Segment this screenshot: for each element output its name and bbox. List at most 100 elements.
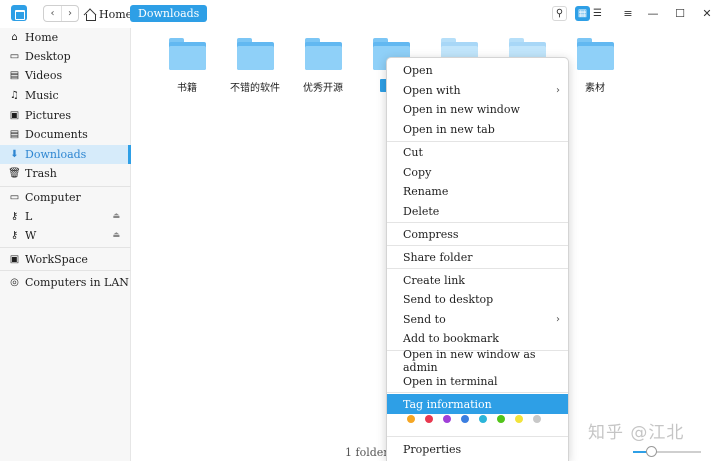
videos-icon: ▤ [9, 69, 20, 81]
navigation-buttons: ‹ › [43, 5, 79, 22]
folder-icon [237, 35, 274, 71]
sidebar-item-label: Desktop [25, 50, 71, 63]
menu-separator [387, 392, 568, 393]
close-button[interactable]: ✕ [699, 5, 715, 21]
list-view-button[interactable]: ☰ [590, 6, 605, 21]
tag-color-dot[interactable] [533, 415, 541, 423]
sidebar-item-label: Pictures [25, 109, 71, 122]
menu-item-delete[interactable]: Delete [387, 201, 568, 221]
trash-icon: 🗑 [8, 167, 21, 179]
tag-color-dot[interactable] [515, 415, 523, 423]
menu-item-open-as-admin[interactable]: Open in new window as admin [387, 348, 568, 374]
icon-view-button[interactable]: ▦ [575, 6, 590, 21]
sidebar-item-label: WorkSpace [25, 253, 88, 266]
sidebar-item-computer[interactable]: ▭ Computer [0, 188, 131, 207]
menu-item-label: Open with [403, 83, 461, 97]
menu-item-share-folder[interactable]: Share folder [387, 247, 568, 267]
tag-color-row [407, 415, 541, 423]
folder-label: 书籍 [177, 83, 197, 94]
menu-item-create-link[interactable]: Create link [387, 270, 568, 290]
menu-item-label: Send to [403, 312, 446, 326]
back-button[interactable]: ‹ [44, 6, 61, 21]
sidebar-item-trash[interactable]: 🗑 Trash [0, 164, 131, 183]
sidebar-item-videos[interactable]: ▤ Videos [0, 66, 131, 85]
sidebar-item-computers-in-lan[interactable]: ◎ Computers in LAN [0, 273, 131, 292]
menu-separator [387, 268, 568, 269]
folder-icon [169, 35, 206, 71]
folder-item[interactable]: 优秀开源 [288, 35, 358, 95]
eject-icon[interactable]: ⏏ [112, 211, 120, 220]
sidebar-item-music[interactable]: ♫ Music [0, 86, 131, 105]
folder-item[interactable]: 不错的软件 [220, 35, 290, 95]
network-icon: ◎ [10, 276, 19, 288]
sidebar-item-label: Music [25, 89, 59, 102]
music-icon: ♫ [10, 89, 19, 101]
forward-button[interactable]: › [60, 6, 78, 21]
sidebar-item-label: Computers in LAN [25, 276, 129, 289]
menu-item-open-in-new-tab[interactable]: Open in new tab [387, 119, 568, 139]
sidebar-item-label: Computer [25, 191, 81, 204]
tag-color-dot[interactable] [479, 415, 487, 423]
sidebar-item-label: Documents [25, 128, 88, 141]
menu-item-properties[interactable]: Properties [387, 439, 568, 459]
folder-icon [577, 35, 614, 71]
sidebar-item-desktop[interactable]: ▭ Desktop [0, 47, 131, 66]
context-menu: Open Open with › Open in new window Open… [386, 57, 569, 461]
menu-item-copy[interactable]: Copy [387, 162, 568, 182]
sidebar-divider [0, 247, 131, 248]
sidebar-item-label: Home [25, 31, 59, 44]
sidebar-item-label: Videos [25, 69, 63, 82]
menu-item-open-in-terminal[interactable]: Open in terminal [387, 371, 568, 391]
tag-color-dot[interactable] [425, 415, 433, 423]
menu-item-send-to[interactable]: Send to › [387, 309, 568, 329]
menu-item-open-with[interactable]: Open with › [387, 80, 568, 100]
eject-icon[interactable]: ⏏ [112, 230, 120, 239]
menu-item-rename[interactable]: Rename [387, 181, 568, 201]
sidebar-item-drive-w[interactable]: ⚷ W ⏏ [0, 226, 131, 245]
submenu-arrow-icon: › [556, 84, 560, 96]
sidebar-item-home[interactable]: ⌂ Home [0, 28, 131, 47]
computer-icon: ▭ [9, 191, 20, 203]
breadcrumb-current[interactable]: Downloads [130, 5, 208, 22]
tag-color-dot[interactable] [443, 415, 451, 423]
menu-item-send-to-desktop[interactable]: Send to desktop [387, 289, 568, 309]
menu-item-open-in-new-window[interactable]: Open in new window [387, 99, 568, 119]
search-button[interactable]: ⚲ [552, 6, 567, 21]
sidebar-item-downloads[interactable]: ⬇ Downloads [0, 145, 131, 164]
breadcrumb-home[interactable]: Home [84, 5, 132, 23]
minimize-button[interactable]: — [645, 5, 661, 21]
sidebar-item-label: W [25, 229, 37, 242]
sidebar-item-label: Downloads [25, 148, 87, 161]
folder-label: 优秀开源 [303, 83, 343, 94]
menu-separator [387, 436, 568, 437]
folder-item[interactable]: 素材 [560, 35, 630, 95]
sidebar-item-workspace[interactable]: ▣ WorkSpace [0, 250, 131, 269]
menu-item-tag-information[interactable]: Tag information [387, 394, 568, 414]
menu-item-compress[interactable]: Compress [387, 224, 568, 244]
maximize-button[interactable]: ☐ [672, 5, 688, 21]
tag-color-dot[interactable] [497, 415, 505, 423]
downloads-icon: ⬇ [10, 148, 19, 160]
zoom-slider-handle[interactable] [646, 446, 657, 457]
sidebar-item-pictures[interactable]: ▣ Pictures [0, 106, 131, 125]
sidebar: ⌂ Home ▭ Desktop ▤ Videos ♫ Music ▣ Pict… [0, 28, 131, 461]
sidebar-item-label: Trash [25, 167, 57, 180]
title-bar: ‹ › Home Downloads ⚲ ▦ ☰ ≡ — ☐ ✕ [0, 0, 720, 28]
sidebar-item-label: L [25, 210, 33, 223]
folder-label: 不错的软件 [230, 83, 280, 94]
folder-item[interactable]: 书籍 [152, 35, 222, 95]
folder-label: 素材 [585, 83, 605, 94]
documents-icon: ▤ [9, 128, 20, 140]
tag-color-dot[interactable] [461, 415, 469, 423]
menu-item-cut[interactable]: Cut [387, 142, 568, 162]
submenu-arrow-icon: › [556, 313, 560, 325]
sidebar-divider [0, 186, 131, 187]
menu-item-add-to-bookmark[interactable]: Add to bookmark [387, 328, 568, 348]
home-icon [84, 9, 96, 21]
workspace-icon: ▣ [9, 253, 20, 265]
main-menu-button[interactable]: ≡ [620, 5, 636, 21]
tag-color-dot[interactable] [407, 415, 415, 423]
sidebar-item-drive-l[interactable]: ⚷ L ⏏ [0, 207, 131, 226]
menu-item-open[interactable]: Open [387, 60, 568, 80]
sidebar-item-documents[interactable]: ▤ Documents [0, 125, 131, 144]
